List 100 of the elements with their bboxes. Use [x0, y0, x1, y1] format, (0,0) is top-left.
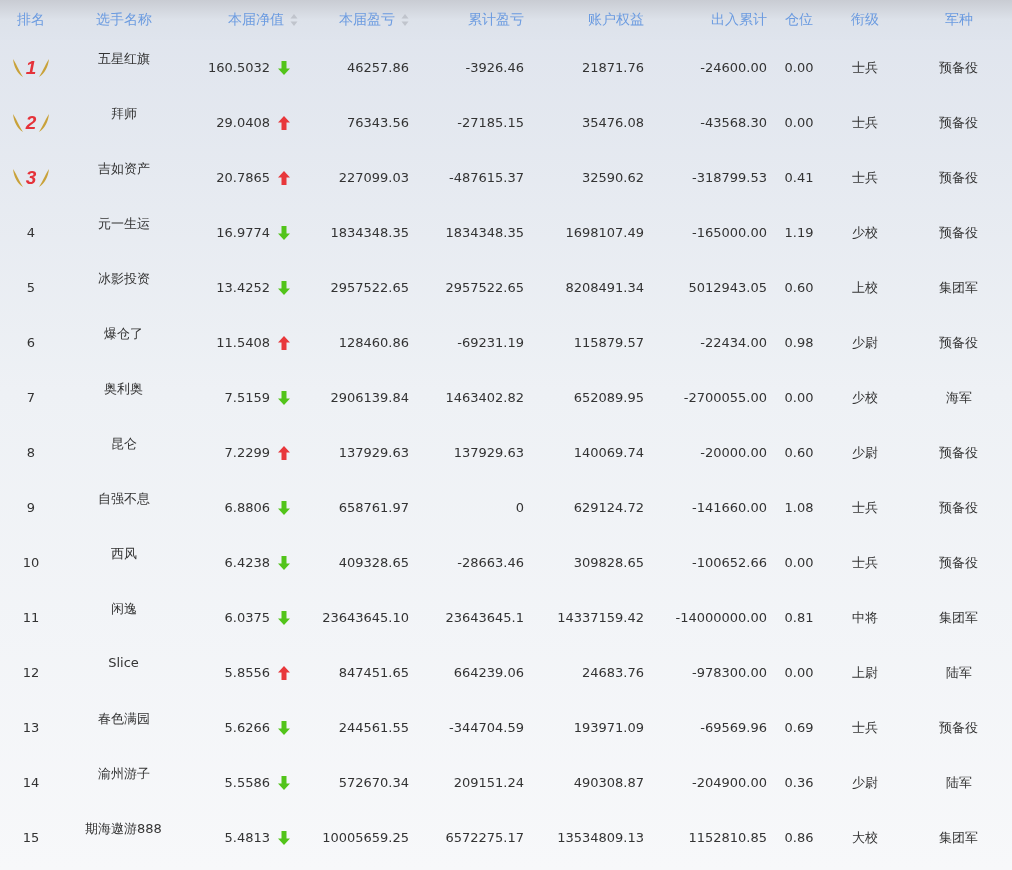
table-cell: -43568.30 — [700, 115, 767, 130]
position-cell: 0.00 — [784, 555, 814, 570]
branch-cell: 集团军 — [939, 278, 978, 297]
branch-cell: 海军 — [945, 388, 972, 407]
net-value: 20.7865 — [216, 170, 270, 185]
rank-number: 10 — [22, 555, 40, 570]
table-cell: -978300.00 — [692, 665, 767, 680]
rank-title-cell: 少校 — [852, 223, 878, 242]
rank-title-cell: 士兵 — [852, 498, 878, 517]
table-cell: 2906139.84 — [330, 390, 409, 405]
branch-cell: 预备役 — [939, 553, 978, 572]
table-cell: -344704.59 — [449, 720, 524, 735]
net-value: 6.8806 — [224, 500, 270, 515]
player-name: 春色满园 — [97, 710, 150, 728]
table-cell: -69569.96 — [700, 720, 767, 735]
table-cell: 21871.76 — [581, 60, 644, 75]
player-name: 元一生运 — [97, 215, 150, 233]
rank-title-cell: 中将 — [852, 608, 878, 627]
player-name: 拜师 — [110, 105, 137, 123]
table-cell: -165000.00 — [692, 225, 767, 240]
table-cell: 137929.63 — [338, 445, 409, 460]
player-name: 西风 — [110, 545, 137, 563]
table-cell: 2957522.65 — [445, 280, 524, 295]
table-cell: 23643645.10 — [322, 610, 409, 625]
branch-cell: 预备役 — [939, 223, 978, 242]
table-cell: 2957522.65 — [330, 280, 409, 295]
rank-title-cell: 士兵 — [852, 113, 878, 132]
table-cell: 629124.72 — [573, 500, 644, 515]
branch-cell: 集团军 — [939, 608, 978, 627]
net-value: 7.5159 — [224, 390, 270, 405]
player-name: 五星红旗 — [97, 50, 150, 68]
rank-number: 4 — [26, 225, 36, 240]
column-header: 选手名称 — [95, 11, 152, 29]
net-value: 16.9774 — [216, 225, 270, 240]
player-name: 冰影投资 — [97, 270, 150, 288]
player-name: 自强不息 — [97, 490, 150, 508]
table-cell: 6572275.17 — [445, 830, 524, 845]
sortable-column-header[interactable]: 本届净值 — [228, 11, 298, 29]
player-name: 奥利奥 — [104, 380, 143, 398]
table-cell: -27185.15 — [457, 115, 524, 130]
table-cell: 193971.09 — [573, 720, 644, 735]
player-name: 期海遨游888 — [85, 820, 162, 838]
table-cell: 1834348.35 — [330, 225, 409, 240]
position-cell: 0.00 — [784, 665, 814, 680]
table-cell: 409328.65 — [338, 555, 409, 570]
position-cell: 0.00 — [784, 115, 814, 130]
table-cell: 137929.63 — [453, 445, 524, 460]
net-value: 5.8556 — [224, 665, 270, 680]
table-cell: 14337159.42 — [557, 610, 644, 625]
table-cell: 658761.97 — [338, 500, 409, 515]
net-value: 160.5032 — [207, 60, 270, 75]
table-cell: 664239.06 — [453, 665, 524, 680]
table-cell: -100652.66 — [692, 555, 767, 570]
position-cell: 0.00 — [784, 60, 814, 75]
rank-number: 5 — [26, 280, 36, 295]
column-header: 军种 — [944, 11, 973, 29]
rank-number: 8 — [26, 445, 36, 460]
rank-title-cell: 少校 — [852, 388, 878, 407]
table-cell: 244561.55 — [338, 720, 409, 735]
net-value: 5.4813 — [224, 830, 270, 845]
player-name: 昆仑 — [110, 435, 137, 453]
table-cell: 76343.56 — [346, 115, 409, 130]
table-cell: 140069.74 — [573, 445, 644, 460]
sort-icon[interactable] — [401, 13, 409, 27]
net-value: 5.5586 — [224, 775, 270, 790]
table-cell: -3926.46 — [465, 60, 524, 75]
table-cell: 227099.03 — [338, 170, 409, 185]
branch-cell: 陆军 — [945, 773, 972, 792]
table-cell: -204900.00 — [692, 775, 767, 790]
sortable-column-header[interactable]: 本届盈亏 — [339, 11, 409, 29]
table-cell: -2700055.00 — [683, 390, 767, 405]
rank-title-cell: 少尉 — [852, 773, 878, 792]
net-value: 7.2299 — [224, 445, 270, 460]
table-cell: 652089.95 — [573, 390, 644, 405]
rank-number: 1 — [25, 56, 37, 79]
rank-title-cell: 上校 — [852, 278, 878, 297]
branch-cell: 预备役 — [939, 498, 978, 517]
table-cell: -20000.00 — [700, 445, 767, 460]
rank-number: 15 — [22, 830, 40, 845]
rank-number: 2 — [25, 111, 37, 134]
position-cell: 0.98 — [784, 335, 814, 350]
table-cell: 490308.87 — [573, 775, 644, 790]
position-cell: 0.41 — [784, 170, 814, 185]
rank-title-cell: 士兵 — [852, 553, 878, 572]
rank-title-cell: 少尉 — [852, 443, 878, 462]
branch-cell: 预备役 — [939, 58, 978, 77]
table-cell: 1152810.85 — [688, 830, 767, 845]
rank-title-cell: 大校 — [852, 828, 878, 847]
table-cell: -487615.37 — [449, 170, 524, 185]
table-cell: -24600.00 — [700, 60, 767, 75]
player-name: Slice — [108, 655, 139, 670]
position-cell: 1.08 — [784, 500, 814, 515]
sort-icon[interactable] — [290, 13, 298, 27]
branch-cell: 陆军 — [945, 663, 972, 682]
rank-number: 6 — [26, 335, 36, 350]
position-cell: 0.60 — [784, 445, 814, 460]
table-cell: 32590.62 — [581, 170, 644, 185]
table-cell: 209151.24 — [453, 775, 524, 790]
rank-title-cell: 上尉 — [852, 663, 878, 682]
branch-cell: 预备役 — [939, 443, 978, 462]
